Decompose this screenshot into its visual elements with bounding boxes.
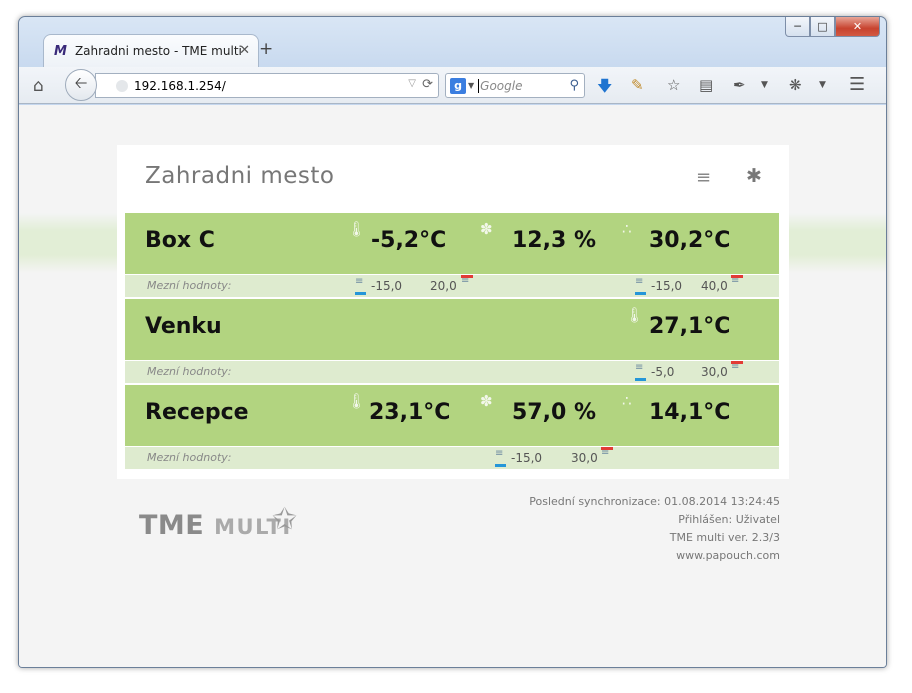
download-arrow-icon[interactable]: 🡇 (597, 76, 612, 101)
tab-close-icon[interactable]: ✕ (239, 43, 250, 58)
back-button[interactable]: 🡠 (65, 69, 97, 101)
search-magnifier-icon[interactable]: ⚲ (569, 78, 579, 93)
gear-icon[interactable]: ✱ (746, 165, 762, 187)
humidity-value: 57,0 % (512, 400, 596, 425)
last-sync-text: Poslední synchronizace: 01.08.2014 13:24… (529, 495, 780, 508)
high-limit-icon: ≡ (461, 275, 473, 290)
pipette-icon[interactable]: ✒ (733, 76, 746, 94)
search-input[interactable]: Google (478, 78, 569, 93)
low-limit-value: -15,0 (651, 279, 683, 293)
high-limit-value: 40,0 (701, 279, 728, 293)
high-limit-icon: ≡ (731, 275, 743, 290)
tme-multi-logo: TME MULTI (139, 510, 292, 541)
sensor-row-recepce[interactable]: Recepce 🌡 23,1°C ✽ 57,0 % ∴ 14,1°C (125, 385, 779, 446)
navigation-toolbar: ⌂ 192.168.1.254/ ▽ ⟳ 🡠 g ▼ Google ⚲ 🡇 ✎ … (19, 67, 886, 104)
low-limit-value: -15,0 (371, 279, 403, 293)
hamburger-menu-icon[interactable]: ☰ (849, 74, 865, 95)
home-icon[interactable]: ⌂ (33, 76, 44, 96)
high-limit-icon: ≡ (601, 447, 613, 462)
dew-point-value: 30,2°C (649, 228, 731, 253)
url-bar[interactable]: 192.168.1.254/ ▽ ⟳ (95, 73, 439, 98)
dew-point-icon: ∴ (622, 220, 632, 238)
window-caption-buttons: ─ □ ✕ (785, 17, 880, 39)
high-limit-icon: ≡ (731, 361, 743, 376)
sensor-row-venku[interactable]: Venku 🌡 27,1°C (125, 299, 779, 360)
thermometer-icon: 🌡 (347, 220, 367, 238)
humidity-value: 12,3 % (512, 228, 596, 253)
maximize-button[interactable]: □ (810, 17, 835, 37)
humidity-icon: ✽ (480, 220, 493, 238)
sensor-name: Venku (145, 314, 222, 339)
low-limit-icon: ≡ (495, 449, 506, 467)
low-limit-value: -5,0 (651, 365, 675, 379)
low-limit-icon: ≡ (635, 363, 646, 381)
clipboard-icon[interactable]: ▤ (699, 76, 713, 94)
tab-favicon-icon: M (54, 43, 67, 59)
website-link[interactable]: www.papouch.com (529, 547, 780, 565)
browser-window: ─ □ ✕ M Zahradni mesto - TME multi ✕ + ⌂… (18, 16, 887, 668)
tab-title: Zahradni mesto - TME multi (74, 44, 242, 58)
limits-label: Mezní hodnoty: (147, 279, 232, 292)
sensor-name: Recepce (145, 400, 249, 425)
limits-row: Mezní hodnoty: ≡ -15,0 30,0 ≡ (125, 447, 779, 469)
version-text: TME multi ver. 2.3/3 (669, 531, 780, 544)
new-tab-button[interactable]: + (259, 39, 273, 59)
close-window-button[interactable]: ✕ (835, 17, 880, 37)
humidity-icon: ✽ (480, 392, 493, 410)
footer-info: Poslední synchronizace: 01.08.2014 13:24… (529, 493, 780, 565)
low-limit-icon: ≡ (635, 277, 646, 295)
logo-main-text: TME (139, 510, 205, 541)
temperature-value: 27,1°C (649, 314, 731, 339)
url-dropdown-icon[interactable]: ▽ (408, 78, 416, 89)
bookmark-star-icon[interactable]: ☆ (667, 76, 680, 94)
bug-dropdown-icon[interactable]: ▼ (819, 80, 826, 90)
limits-label: Mezní hodnoty: (147, 451, 232, 464)
menu-icon[interactable]: ≡ (696, 167, 711, 188)
sensor-row-box-c[interactable]: Box C 🌡 -5,2°C ✽ 12,3 % ∴ 30,2°C (125, 213, 779, 274)
site-identity-icon[interactable] (116, 79, 128, 92)
sensor-name: Box C (145, 228, 215, 253)
limits-row: Mezní hodnoty: ≡ -15,0 20,0 ≡ ≡ -15,0 40… (125, 275, 779, 297)
search-bar[interactable]: g ▼ Google ⚲ (445, 73, 585, 98)
back-arrow-icon: 🡠 (74, 72, 88, 92)
page-title: Zahradni mesto (145, 163, 335, 189)
high-limit-value: 20,0 (430, 279, 457, 293)
dew-point-icon: ∴ (622, 392, 632, 410)
bug-icon[interactable]: ❋ (789, 76, 802, 94)
bird-logo-icon: ✩ (272, 502, 298, 537)
temperature-value: -5,2°C (371, 228, 447, 253)
thermometer-icon: 🌡 (347, 392, 367, 410)
limits-row: Mezní hodnoty: ≡ -5,0 30,0 ≡ (125, 361, 779, 383)
search-engine-dropdown-icon[interactable]: ▼ (468, 81, 474, 90)
broom-icon[interactable]: ✎ (631, 76, 644, 94)
high-limit-value: 30,0 (571, 451, 598, 465)
logged-user-text: Přihlášen: Uživatel (678, 513, 780, 526)
high-limit-value: 30,0 (701, 365, 728, 379)
temperature-value: 23,1°C (369, 400, 451, 425)
limits-label: Mezní hodnoty: (147, 365, 232, 378)
main-panel: Zahradni mesto ≡ ✱ Box C 🌡 -5,2°C ✽ 12,3… (117, 145, 789, 479)
browser-tab[interactable]: M Zahradni mesto - TME multi ✕ (43, 34, 259, 67)
dew-point-value: 14,1°C (649, 400, 731, 425)
reload-icon[interactable]: ⟳ (422, 77, 433, 92)
low-limit-value: -15,0 (511, 451, 543, 465)
pipette-dropdown-icon[interactable]: ▼ (761, 80, 768, 90)
thermometer-icon: 🌡 (625, 306, 645, 324)
url-text: 192.168.1.254/ (134, 78, 226, 93)
low-limit-icon: ≡ (355, 277, 366, 295)
page-content: Zahradni mesto ≡ ✱ Box C 🌡 -5,2°C ✽ 12,3… (19, 105, 886, 667)
minimize-button[interactable]: ─ (785, 17, 810, 37)
google-search-icon[interactable]: g (450, 77, 466, 94)
